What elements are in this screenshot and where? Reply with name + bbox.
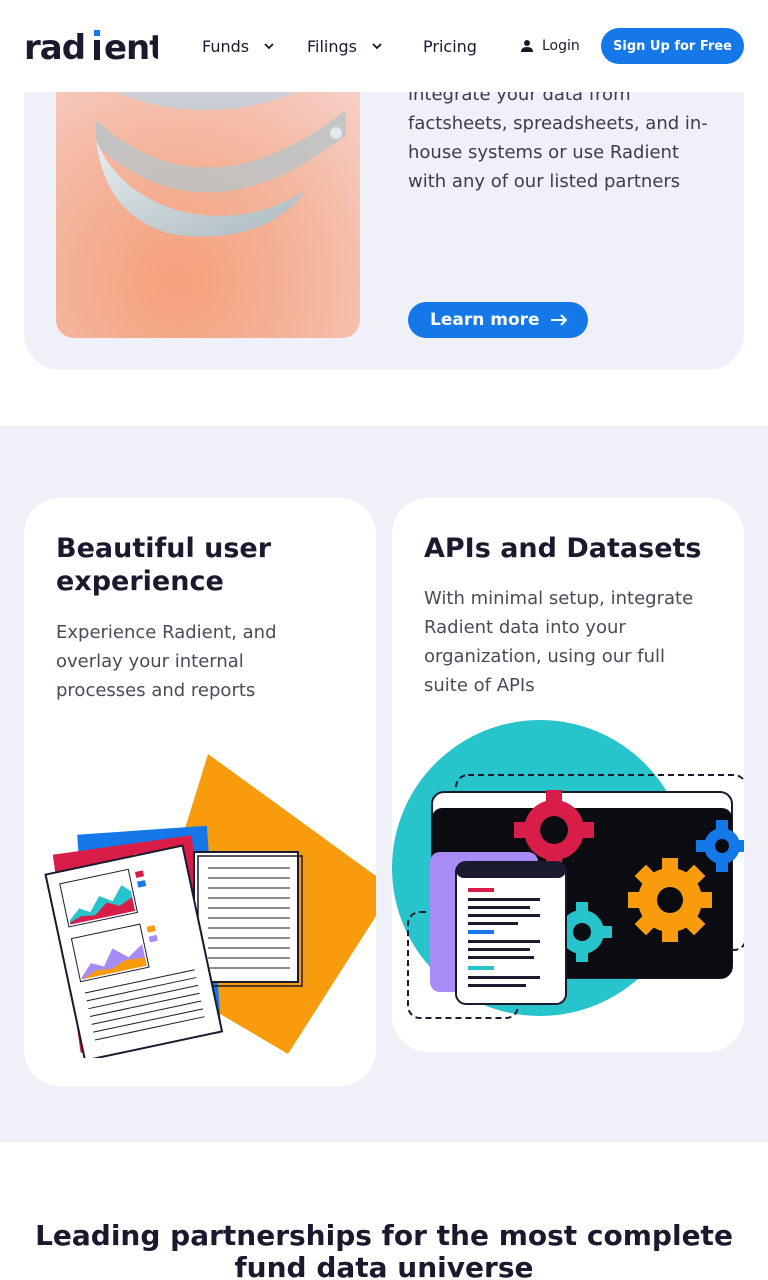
svg-text:ent: ent — [104, 28, 158, 64]
feature-title: APIs and Datasets — [424, 533, 702, 564]
learn-more-label: Learn more — [430, 310, 540, 330]
apis-illustration — [392, 720, 744, 1019]
svg-text:rad: rad — [24, 28, 85, 64]
signup-button[interactable]: Sign Up for Free — [601, 28, 744, 64]
nav-funds-label: Funds — [202, 36, 250, 56]
feature-card-user-experience: Beautiful user experience Experience Rad… — [24, 498, 376, 1086]
nav-funds[interactable]: Funds — [202, 35, 275, 57]
site-header: rad ent Funds Filings Pricing Login Sign… — [0, 0, 768, 92]
radient-logo[interactable]: rad ent — [24, 28, 166, 68]
feature-card-apis: APIs and Datasets With minimal setup, in… — [392, 498, 744, 1052]
reports-illustration — [44, 754, 376, 1058]
nav-filings-label: Filings — [307, 36, 358, 56]
nav-pricing-label: Pricing — [423, 36, 477, 56]
feature-description: With minimal setup, integrate Radient da… — [424, 588, 694, 696]
features-section: Beautiful user experience Experience Rad… — [0, 426, 768, 1142]
integration-description: integrate your data from factsheets, spr… — [408, 84, 708, 192]
feature-description: Experience Radient, and overlay your int… — [56, 622, 277, 701]
person-icon — [521, 40, 533, 52]
login-link[interactable]: Login — [520, 35, 580, 57]
radient-logo-mark: rad ent — [24, 28, 166, 68]
chevron-down-icon — [264, 43, 274, 50]
nav-filings[interactable]: Filings — [307, 35, 383, 57]
partnerships-heading: Leading partnerships for the most comple… — [35, 1219, 733, 1280]
feature-title: Beautiful user experience — [56, 533, 272, 597]
arrow-right-icon — [550, 314, 567, 326]
login-label: Login — [542, 38, 580, 54]
nav-pricing[interactable]: Pricing — [423, 35, 477, 57]
learn-more-button[interactable]: Learn more — [408, 302, 588, 338]
chevron-down-icon — [372, 43, 382, 50]
